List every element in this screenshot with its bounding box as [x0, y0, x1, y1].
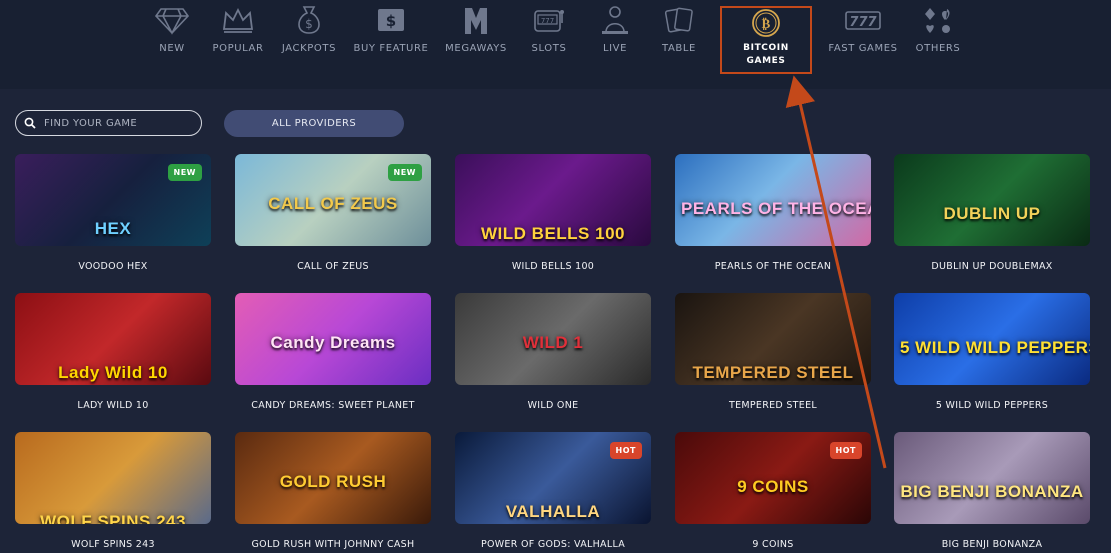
game-thumbnail — [15, 432, 211, 524]
game-tile[interactable]: PEARLS OF THE OCEAN — [675, 154, 871, 246]
game-thumbnail — [894, 432, 1090, 524]
game-name[interactable]: 5 WILD WILD PEPPERS — [894, 400, 1090, 411]
game-tile[interactable]: HEX NEW — [15, 154, 211, 246]
game-name[interactable]: LADY WILD 10 — [15, 400, 211, 411]
game-name[interactable]: GOLD RUSH WITH JOHNNY CASH — [235, 539, 431, 550]
game-grid: HEX NEW VOODOO HEX CALL OF ZEUS NEW CALL OF Z… — [0, 0, 1111, 553]
game-name[interactable]: CANDY DREAMS: SWEET PLANET — [235, 400, 431, 411]
game-name[interactable]: WILD BELLS 100 — [455, 261, 651, 272]
new-badge: NEW — [387, 164, 422, 181]
hot-badge: HOT — [829, 442, 862, 459]
game-art-title: Candy Dreams — [270, 333, 396, 352]
game-tile[interactable]: BIG BENJI BONANZA — [894, 432, 1090, 524]
game-art-title: TEMPERED STEEL — [692, 363, 854, 382]
game-tile[interactable]: WOLF SPINS 243 — [15, 432, 211, 524]
game-art-title: WOLF SPINS 243 — [40, 512, 186, 524]
game-thumbnail — [894, 154, 1090, 246]
game-art-title: DUBLIN UP — [943, 204, 1041, 223]
game-art-title: WILD BELLS 100 — [481, 224, 625, 243]
game-art-title: WILD 1 — [522, 333, 584, 352]
game-art-title: GOLD RUSH — [279, 472, 387, 491]
game-name[interactable]: TEMPERED STEEL — [675, 400, 871, 411]
game-tile[interactable]: VALHALLA HOT — [455, 432, 651, 524]
game-name[interactable]: WOLF SPINS 243 — [15, 539, 211, 550]
game-art-title: PEARLS OF THE OCEAN — [681, 199, 871, 218]
game-name[interactable]: BIG BENJI BONANZA — [894, 539, 1090, 550]
game-tile[interactable]: 9 COINS HOT — [675, 432, 871, 524]
game-art-title: 5 WILD WILD PEPPERS — [900, 338, 1090, 357]
game-name[interactable]: PEARLS OF THE OCEAN — [675, 261, 871, 272]
game-name[interactable]: VOODOO HEX — [15, 261, 211, 272]
game-name[interactable]: CALL OF ZEUS — [235, 261, 431, 272]
game-art-title: Lady Wild 10 — [58, 363, 168, 382]
game-tile[interactable]: TEMPERED STEEL — [675, 293, 871, 385]
game-tile[interactable]: WILD 1 — [455, 293, 651, 385]
game-tile[interactable]: Candy Dreams — [235, 293, 431, 385]
hot-badge: HOT — [609, 442, 642, 459]
game-tile[interactable]: 5 WILD WILD PEPPERS — [894, 293, 1090, 385]
game-name[interactable]: 9 COINS — [675, 539, 871, 550]
game-art-title: 9 COINS — [737, 477, 809, 496]
game-art-title: HEX — [94, 219, 132, 238]
game-name[interactable]: WILD ONE — [455, 400, 651, 411]
game-tile[interactable]: Lady Wild 10 — [15, 293, 211, 385]
game-name[interactable]: DUBLIN UP DOUBLEMAX — [894, 261, 1090, 272]
game-tile[interactable]: GOLD RUSH — [235, 432, 431, 524]
game-art-title: CALL OF ZEUS — [268, 194, 398, 213]
game-art-title: BIG BENJI BONANZA — [900, 482, 1084, 501]
new-badge: NEW — [167, 164, 202, 181]
game-tile[interactable]: WILD BELLS 100 — [455, 154, 651, 246]
game-tile[interactable]: CALL OF ZEUS NEW — [235, 154, 431, 246]
game-art-title: VALHALLA — [505, 502, 601, 521]
game-name[interactable]: POWER OF GODS: VALHALLA — [455, 539, 651, 550]
game-tile[interactable]: DUBLIN UP — [894, 154, 1090, 246]
